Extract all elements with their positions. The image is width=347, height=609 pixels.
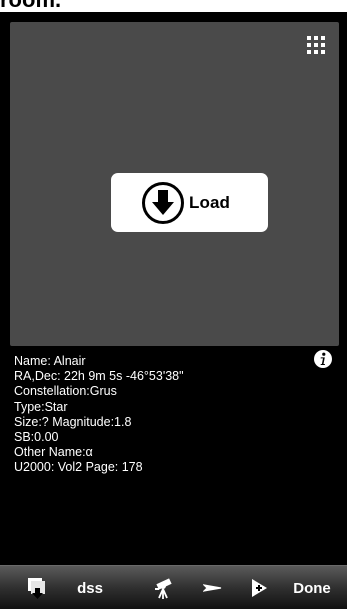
pointer-arrow-icon	[203, 584, 222, 592]
add-button[interactable]	[246, 566, 272, 609]
load-label: Load	[189, 192, 231, 212]
type-line: Type:Star	[14, 399, 68, 414]
telescope-icon	[155, 578, 172, 599]
bottom-toolbar: dss Done	[0, 565, 347, 609]
telescope-button[interactable]	[150, 566, 180, 609]
ra-dec-line: RA,Dec: 22h 9m 5s -46°53'38"	[14, 369, 184, 384]
load-button[interactable]: Load	[111, 173, 268, 232]
grid-menu-icon[interactable]	[307, 36, 325, 54]
object-details: Name: Alnair RA,Dec: 22h 9m 5s -46°53'38…	[14, 354, 314, 476]
add-plus-icon	[252, 579, 267, 597]
done-button[interactable]: Done	[286, 566, 338, 609]
pointer-button[interactable]	[200, 566, 228, 609]
constellation-line: Constellation:Grus	[14, 384, 117, 399]
sb-line: SB:0.00	[14, 430, 59, 445]
main-frame: Load Name: Alnair RA,Dec: 22h 9m 5s -46°…	[0, 12, 347, 609]
dss-label: dss	[77, 579, 103, 597]
size-magnitude-line: Size:? Magnitude:1.8	[14, 414, 132, 429]
stack-arrow-button[interactable]	[22, 566, 52, 609]
image-panel: Load	[10, 22, 339, 346]
top-strip: room.	[0, 0, 347, 12]
done-label: Done	[293, 579, 331, 597]
top-strip-text: room.	[0, 0, 61, 12]
u2000-line: U2000: Vol2 Page: 178	[14, 460, 143, 475]
download-arrow-icon	[142, 181, 184, 224]
info-icon[interactable]	[313, 349, 333, 369]
dss-button[interactable]: dss	[70, 566, 110, 609]
other-name-line: Other Name:α	[14, 445, 93, 460]
stack-arrow-icon	[28, 578, 45, 599]
name-line: Name: Alnair	[14, 354, 86, 368]
